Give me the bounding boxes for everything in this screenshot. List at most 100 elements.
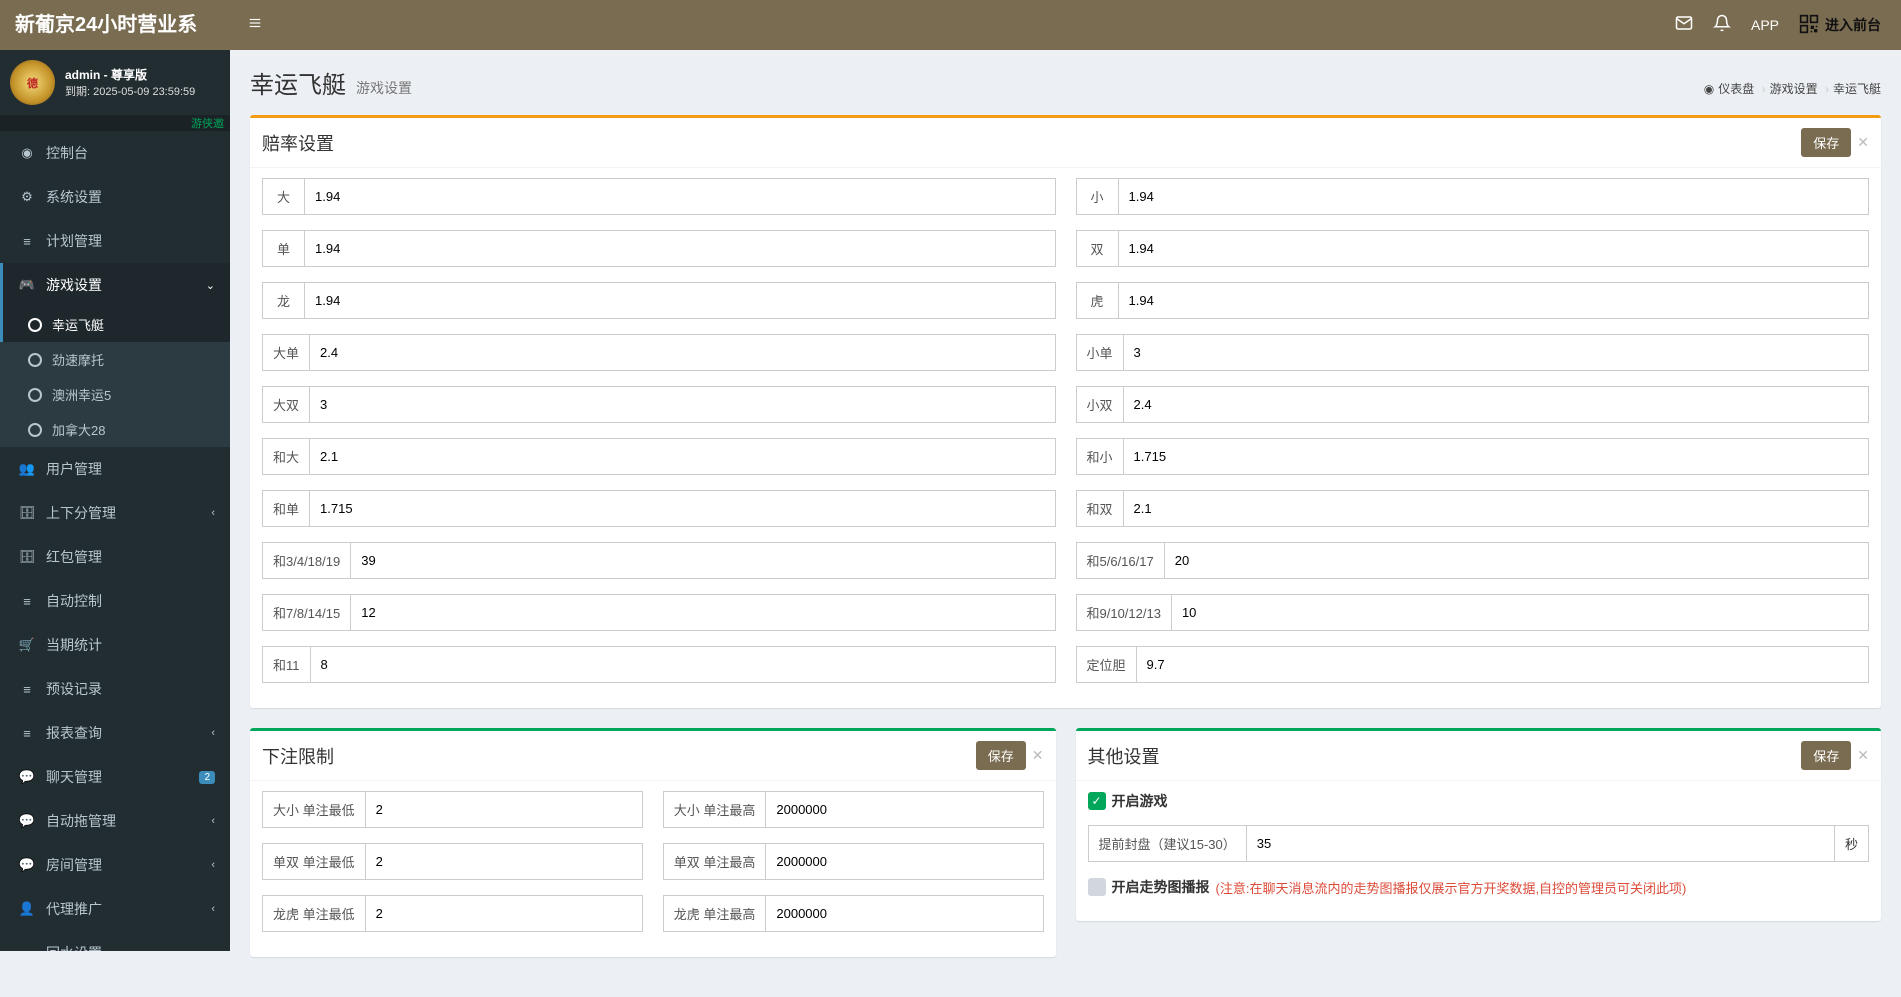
odds-label: 虎 — [1076, 282, 1118, 319]
pre-close-input[interactable] — [1246, 825, 1835, 862]
cloud-icon: ☁ — [18, 945, 36, 951]
avatar: 德 — [10, 60, 55, 105]
odds-label: 小单 — [1076, 334, 1123, 371]
sidebar-subitem-xyft[interactable]: 幸运飞艇 — [0, 307, 230, 342]
odds-label: 单 — [262, 230, 304, 267]
sidebar-item-bonus[interactable]: 🗄红包管理 — [0, 535, 230, 579]
chevron-left-icon: ‹ — [211, 507, 215, 519]
circle-icon — [28, 353, 42, 367]
odds-input[interactable] — [310, 646, 1056, 683]
odds-input[interactable] — [1123, 438, 1869, 475]
circle-icon — [28, 423, 42, 437]
odds-input[interactable] — [1136, 646, 1869, 683]
sidebar-item-plan[interactable]: ≡计划管理 — [0, 219, 230, 263]
enable-game-checkbox[interactable]: ✓ — [1088, 792, 1106, 810]
close-icon[interactable]: ✕ — [1857, 134, 1869, 151]
odds-input[interactable] — [350, 542, 1055, 579]
limit-input[interactable] — [365, 791, 643, 828]
save-button[interactable]: 保存 — [1801, 128, 1851, 157]
odds-input[interactable] — [1171, 594, 1869, 631]
sidebar-subitem-jnd28[interactable]: 加拿大28 — [0, 412, 230, 447]
odds-label: 和11 — [262, 646, 310, 683]
sidebar-item-report[interactable]: ≡报表查询‹ — [0, 711, 230, 755]
user-expire: 2025-05-09 23:59:59 — [93, 86, 195, 98]
list-icon: ≡ — [18, 594, 36, 609]
sidebar-subitem-azxy5[interactable]: 澳洲幸运5 — [0, 377, 230, 412]
dashboard-icon: ◉ — [18, 145, 36, 161]
odds-label: 小 — [1076, 178, 1118, 215]
mail-icon[interactable] — [1675, 14, 1693, 37]
sidebar-item-agent[interactable]: 👤代理推广‹ — [0, 887, 230, 931]
odds-input[interactable] — [1123, 386, 1869, 423]
odds-input[interactable] — [304, 230, 1056, 267]
users-icon: 👥 — [18, 461, 36, 477]
chevron-left-icon: ‹ — [211, 727, 215, 739]
sidebar-toggle[interactable] — [230, 16, 280, 35]
enable-game-label: 开启游戏 — [1112, 791, 1168, 811]
trend-checkbox[interactable] — [1088, 878, 1106, 896]
sidebar-item-console[interactable]: ◉控制台 — [0, 131, 230, 175]
save-button[interactable]: 保存 — [976, 741, 1026, 770]
frontend-link[interactable]: 进入前台 — [1799, 14, 1881, 37]
odds-input[interactable] — [1118, 282, 1870, 319]
odds-input[interactable] — [1118, 178, 1870, 215]
sidebar-item-huishui[interactable]: ☁回水设置 — [0, 931, 230, 951]
comment-icon: 💬 — [18, 769, 36, 785]
limit-input[interactable] — [765, 895, 1043, 932]
odds-label: 和9/10/12/13 — [1076, 594, 1171, 631]
sidebar: 德 admin - 尊享版 到期: 2025-05-09 23:59:59 游侠… — [0, 50, 230, 951]
odds-input[interactable] — [309, 438, 1055, 475]
sidebar-item-system[interactable]: ⚙系统设置 — [0, 175, 230, 219]
odds-label: 大双 — [262, 386, 309, 423]
odds-input[interactable] — [1118, 230, 1870, 267]
limit-input[interactable] — [765, 843, 1043, 880]
list-icon: ≡ — [18, 682, 36, 697]
close-icon[interactable]: ✕ — [1032, 747, 1044, 764]
close-icon[interactable]: ✕ — [1857, 747, 1869, 764]
sidebar-item-chat[interactable]: 💬聊天管理2 — [0, 755, 230, 799]
odds-input[interactable] — [1123, 490, 1869, 527]
bell-icon[interactable] — [1713, 14, 1731, 37]
limit-label: 大小 单注最高 — [663, 791, 766, 828]
odds-input[interactable] — [309, 386, 1055, 423]
limit-label: 龙虎 单注最高 — [663, 895, 766, 932]
limit-label: 龙虎 单注最低 — [262, 895, 365, 932]
logo: 新葡京24小时营业系 — [0, 0, 230, 50]
limit-input[interactable] — [765, 791, 1043, 828]
app-link[interactable]: APP — [1751, 17, 1779, 33]
odds-input[interactable] — [309, 334, 1055, 371]
sidebar-item-score[interactable]: 🗄上下分管理‹ — [0, 491, 230, 535]
sidebar-item-preset[interactable]: ≡预设记录 — [0, 667, 230, 711]
page-subtitle: 游戏设置 — [356, 78, 412, 98]
chevron-left-icon: ‹ — [211, 859, 215, 871]
odds-label: 大单 — [262, 334, 309, 371]
limit-input[interactable] — [365, 843, 643, 880]
odds-label: 和7/8/14/15 — [262, 594, 350, 631]
database-icon: 🗄 — [18, 505, 36, 521]
sidebar-item-auto[interactable]: ≡自动控制 — [0, 579, 230, 623]
save-button[interactable]: 保存 — [1801, 741, 1851, 770]
odds-input[interactable] — [1123, 334, 1869, 371]
sidebar-item-game[interactable]: 🎮游戏设置⌄ — [0, 263, 230, 307]
odds-input[interactable] — [350, 594, 1055, 631]
top-navbar: 新葡京24小时营业系 APP 进入前台 — [0, 0, 1901, 50]
sidebar-item-period[interactable]: 🛒当期统计 — [0, 623, 230, 667]
limits-box: 下注限制 保存 ✕ 大小 单注最低大小 单注最高单双 单注最低单双 单注最高龙虎… — [250, 728, 1056, 957]
odds-input[interactable] — [304, 282, 1056, 319]
sidebar-subitem-jsmt[interactable]: 劲速摩托 — [0, 342, 230, 377]
pre-close-suffix: 秒 — [1835, 825, 1869, 862]
user-name: admin - 尊享版 — [65, 66, 195, 83]
limit-input[interactable] — [365, 895, 643, 932]
qrcode-icon — [1799, 14, 1819, 37]
odds-input[interactable] — [1164, 542, 1869, 579]
odds-input[interactable] — [304, 178, 1056, 215]
sidebar-item-users[interactable]: 👥用户管理 — [0, 447, 230, 491]
sidebar-item-autotuo[interactable]: 💬自动拖管理‹ — [0, 799, 230, 843]
odds-input[interactable] — [309, 490, 1055, 527]
circle-icon — [28, 318, 42, 332]
comment-icon: 💬 — [18, 857, 36, 873]
chevron-left-icon: ‹ — [211, 903, 215, 915]
limit-label: 大小 单注最低 — [262, 791, 365, 828]
sidebar-item-room[interactable]: 💬房间管理‹ — [0, 843, 230, 887]
user-panel: 德 admin - 尊享版 到期: 2025-05-09 23:59:59 — [0, 50, 230, 115]
